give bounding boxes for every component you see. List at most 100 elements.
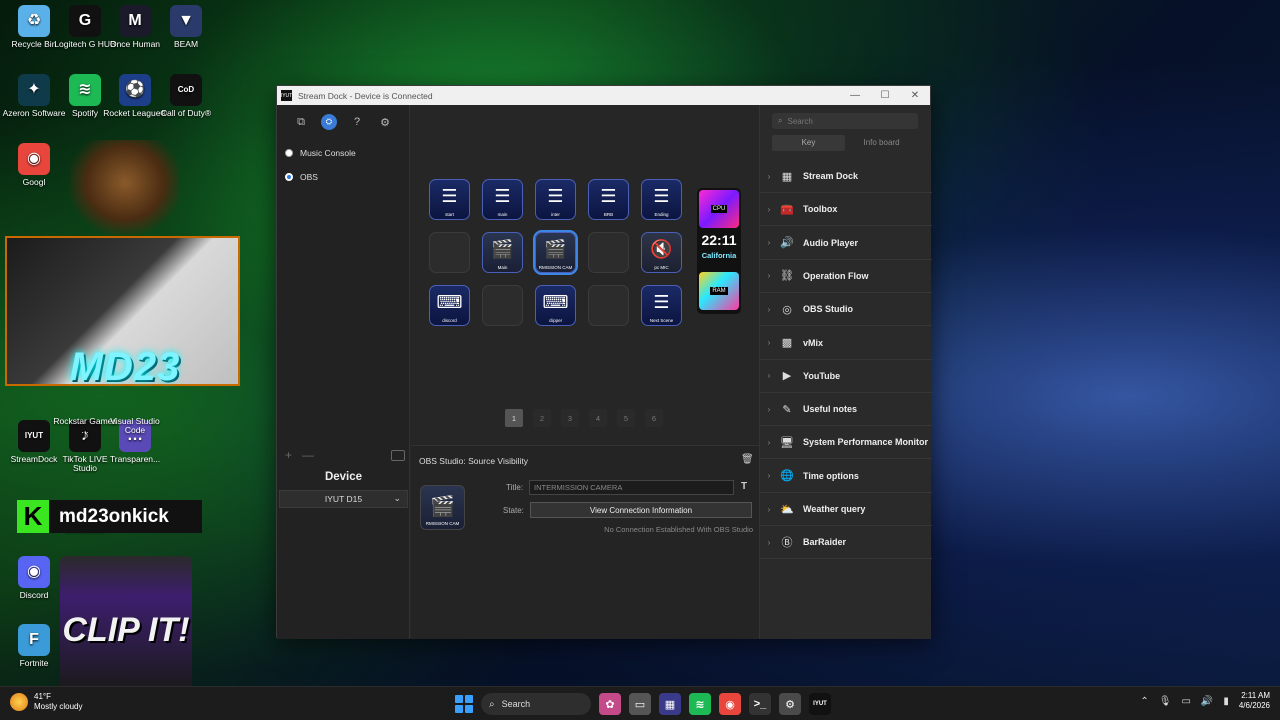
trash-icon[interactable]: 🗑 bbox=[741, 454, 754, 466]
category-item[interactable]: › ▦ Stream Dock bbox=[760, 160, 932, 193]
page-button[interactable]: 4 bbox=[589, 409, 607, 427]
category-item[interactable]: › ✎ Useful notes bbox=[760, 393, 932, 427]
key-button[interactable]: 🔇 pc MIC bbox=[641, 232, 682, 273]
profile-label: OBS bbox=[300, 172, 318, 182]
chevron-right-icon[interactable]: › bbox=[760, 405, 778, 414]
desktop-icon[interactable]: Visual Studio Code bbox=[101, 382, 169, 436]
tab-key[interactable]: Key bbox=[772, 135, 845, 151]
device-select[interactable]: IYUT D15 ⌄ bbox=[279, 490, 408, 508]
chevron-right-icon[interactable]: › bbox=[760, 438, 778, 447]
category-item[interactable]: › 🖥 System Performance Monitor bbox=[760, 426, 932, 460]
category-item[interactable]: › ▩ vMix bbox=[760, 327, 932, 360]
chevron-right-icon[interactable]: › bbox=[760, 471, 778, 480]
chevron-right-icon[interactable]: › bbox=[760, 538, 778, 547]
chrome-app[interactable]: ◉ bbox=[719, 693, 741, 715]
windows-start-icon[interactable] bbox=[455, 695, 473, 713]
key-button[interactable]: ☰ start bbox=[429, 179, 470, 220]
page-button[interactable]: 1 bbox=[505, 409, 523, 427]
empty-key[interactable] bbox=[429, 232, 470, 273]
chevron-right-icon[interactable]: › bbox=[760, 271, 778, 280]
widgets-app[interactable]: ✿ bbox=[599, 693, 621, 715]
category-item[interactable]: › ◎ OBS Studio bbox=[760, 293, 932, 327]
title-input[interactable] bbox=[529, 480, 734, 495]
settings-icon[interactable]: ⚙ bbox=[377, 114, 393, 130]
key-button[interactable]: ☰ Ending bbox=[641, 179, 682, 220]
category-item[interactable]: › 🧰 Toolbox bbox=[760, 193, 932, 227]
maximize-icon[interactable]: ☐ bbox=[870, 86, 900, 105]
key-button[interactable]: ☰ Next Scene bbox=[641, 285, 682, 326]
category-item[interactable]: › 🌐 Time options bbox=[760, 460, 932, 493]
weather-widget[interactable]: 41°F Mostly cloudy bbox=[10, 692, 82, 711]
chevron-right-icon[interactable]: › bbox=[760, 505, 778, 514]
terminal-app[interactable]: >_ bbox=[749, 693, 771, 715]
desktop-icon[interactable]: CoD Call of Duty® bbox=[152, 74, 220, 118]
add-profile-button[interactable]: + bbox=[285, 448, 292, 462]
cpu-badge: CPU bbox=[699, 190, 739, 228]
volume-icon[interactable]: 🔊 bbox=[1201, 696, 1213, 707]
category-label: Time options bbox=[803, 470, 859, 481]
category-item[interactable]: › ⛓ Operation Flow bbox=[760, 260, 932, 293]
key-button[interactable]: ⌨ discord bbox=[429, 285, 470, 326]
key-button[interactable]: 🎬 RMISSION CAM bbox=[533, 230, 578, 275]
search-box[interactable]: ⌕ Search bbox=[772, 113, 918, 129]
close-icon[interactable]: ✕ bbox=[900, 86, 930, 105]
microphone-icon[interactable]: 🎙 bbox=[1159, 696, 1172, 707]
key-button[interactable]: ☰ BRB bbox=[588, 179, 629, 220]
key-button[interactable]: 🎬 Main bbox=[482, 232, 523, 273]
taskbar-clock[interactable]: 2:11 AM 4/6/2026 bbox=[1239, 691, 1270, 712]
page-button[interactable]: 5 bbox=[617, 409, 635, 427]
chevron-right-icon[interactable]: › bbox=[760, 371, 778, 380]
profile-radio[interactable] bbox=[285, 149, 293, 157]
category-item[interactable]: › Ⓑ BarRaider bbox=[760, 526, 932, 560]
key-button[interactable]: ☰ inter bbox=[535, 179, 576, 220]
empty-key[interactable] bbox=[482, 285, 523, 326]
profile-item[interactable]: OBS bbox=[285, 170, 318, 184]
profile-item[interactable]: Music Console bbox=[285, 146, 356, 160]
help-icon[interactable]: ? bbox=[349, 114, 365, 130]
chevron-right-icon[interactable]: › bbox=[760, 338, 778, 347]
chevron-right-icon[interactable]: › bbox=[760, 205, 778, 214]
chevron-up-icon[interactable]: ⌃ bbox=[1140, 696, 1148, 707]
selected-key-preview[interactable]: 🎬 RMISSION CAM bbox=[420, 485, 465, 530]
minimize-icon[interactable]: — bbox=[840, 86, 870, 105]
profile-radio[interactable] bbox=[285, 173, 293, 181]
copy-icon[interactable]: ⧉ bbox=[293, 114, 309, 130]
iyut-app[interactable]: IYUT bbox=[809, 693, 831, 715]
device-value: IYUT D15 bbox=[324, 494, 363, 504]
key-button[interactable]: ☰ main bbox=[482, 179, 523, 220]
key-label: Next Scene bbox=[649, 318, 674, 323]
chevron-right-icon[interactable]: › bbox=[760, 238, 778, 247]
layers-icon: ☰ bbox=[547, 186, 564, 206]
category-item[interactable]: › ▶ YouTube bbox=[760, 360, 932, 393]
key-button[interactable]: ⌨ clipper bbox=[535, 285, 576, 326]
spotify-app[interactable]: ≋ bbox=[689, 693, 711, 715]
chevron-right-icon[interactable]: › bbox=[760, 172, 778, 181]
page-button[interactable]: 6 bbox=[645, 409, 663, 427]
text-style-icon[interactable]: T bbox=[741, 481, 747, 492]
desktop-icon[interactable]: ◉ Discord bbox=[0, 556, 68, 600]
title-bar[interactable]: IYUT Stream Dock - Device is Connected —… bbox=[277, 86, 930, 105]
category-item[interactable]: › 🔊 Audio Player bbox=[760, 227, 932, 260]
category-item[interactable]: › ⛅ Weather query bbox=[760, 493, 932, 526]
profile-menu-icon[interactable] bbox=[391, 449, 405, 461]
network-icon[interactable]: ▭ bbox=[1181, 696, 1190, 707]
view-connection-button[interactable]: View Connection Information bbox=[530, 502, 752, 518]
desktop-icon[interactable]: F Fortnite bbox=[0, 624, 68, 668]
store-icon[interactable]: ⛭ bbox=[321, 114, 337, 130]
page-button[interactable]: 2 bbox=[533, 409, 551, 427]
desktop-icon[interactable]: ▼ BEAM bbox=[152, 5, 220, 49]
file-explorer-app[interactable]: ▭ bbox=[629, 693, 651, 715]
empty-key[interactable] bbox=[588, 232, 629, 273]
page-button[interactable]: 3 bbox=[561, 409, 579, 427]
clock-widget-key[interactable]: CPU 22:11 California RAM bbox=[697, 188, 741, 314]
weather-temp: 41°F bbox=[34, 692, 51, 701]
streamdock-app[interactable]: ▦ bbox=[659, 693, 681, 715]
page-selector: 123456 bbox=[505, 409, 663, 427]
tab-info-board[interactable]: Info board bbox=[845, 135, 918, 151]
settings-app[interactable]: ⚙ bbox=[779, 693, 801, 715]
chevron-right-icon[interactable]: › bbox=[760, 305, 778, 314]
empty-key[interactable] bbox=[588, 285, 629, 326]
remove-profile-button[interactable]: — bbox=[302, 448, 314, 462]
taskbar-search[interactable]: ⌕ Search bbox=[481, 693, 591, 715]
battery-icon[interactable]: ▮ bbox=[1223, 696, 1229, 707]
